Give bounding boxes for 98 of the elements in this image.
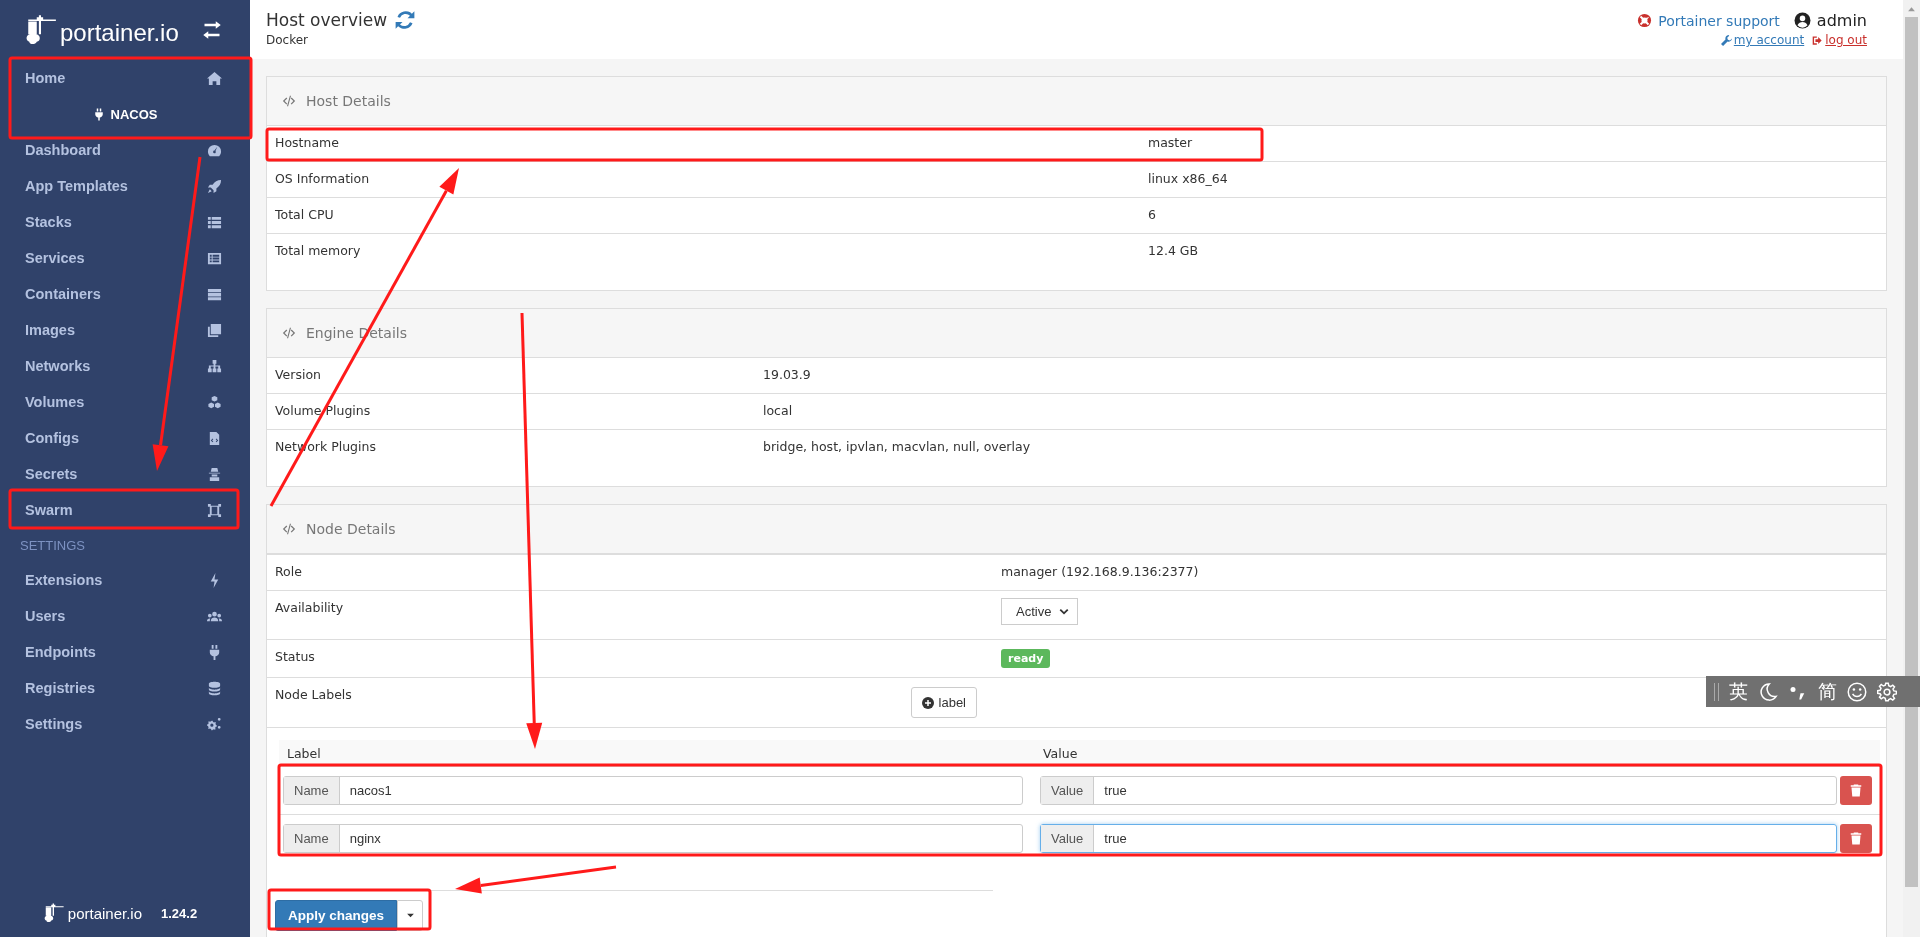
- table-cell: Role: [275, 564, 302, 579]
- logout-link[interactable]: log out: [1812, 33, 1867, 47]
- table-cell: 19.03.9: [763, 367, 811, 382]
- delete-button[interactable]: [1840, 776, 1872, 805]
- nav-item[interactable]: Volumes: [0, 384, 250, 420]
- refresh-icon[interactable]: [395, 10, 416, 30]
- table-cell: Node Labels: [275, 687, 352, 702]
- nav-item[interactable]: Services: [0, 240, 250, 276]
- delete-button[interactable]: [1840, 824, 1872, 853]
- table-cell: Availability: [275, 600, 344, 615]
- user-name: admin: [1816, 11, 1867, 30]
- plug-icon: [92, 107, 105, 121]
- cubes-icon: [207, 394, 222, 410]
- status-badge: ready: [1001, 649, 1051, 668]
- panel-title: Node Details: [306, 521, 396, 537]
- nav-item[interactable]: Swarm: [0, 492, 250, 528]
- ime-mode[interactable]: 英: [1729, 678, 1748, 705]
- nav-item[interactable]: Images: [0, 312, 250, 348]
- nav-item[interactable]: Home: [0, 60, 250, 96]
- chevron-down-icon: [1059, 606, 1070, 617]
- table-cell: Total memory: [275, 243, 361, 258]
- swarm-icon: [207, 502, 222, 518]
- trash-icon: [1850, 784, 1862, 797]
- file-code-icon: [207, 430, 222, 446]
- database-icon: [207, 680, 222, 696]
- table-cell: Version: [275, 367, 321, 382]
- plus-circle-icon: [921, 696, 934, 709]
- rocket-icon: [207, 178, 222, 194]
- page-title: Host overview: [266, 10, 388, 30]
- code-icon: [282, 522, 296, 536]
- table-cell: 6: [1148, 207, 1156, 222]
- table-cell: Volume Plugins: [275, 403, 371, 418]
- section-heading: SETTINGS: [19, 536, 86, 555]
- nav-item[interactable]: Extensions: [0, 562, 250, 598]
- trash-icon: [1850, 832, 1862, 845]
- gears-icon: [207, 716, 222, 732]
- brand-name: portainer.io: [60, 19, 179, 47]
- code-icon: [282, 94, 296, 108]
- brand-name: portainer.io: [67, 904, 143, 922]
- column-header: Label: [286, 745, 322, 761]
- plug-icon: [207, 644, 222, 660]
- ime-script[interactable]: 简: [1818, 678, 1837, 705]
- table-cell: OS Information: [275, 171, 370, 186]
- table-cell: linux x86_64: [1148, 171, 1228, 186]
- user-icon: [1793, 12, 1811, 29]
- panel-title: Host Details: [306, 93, 391, 109]
- wrench-icon: [1720, 34, 1732, 46]
- nav-item[interactable]: Registries: [0, 670, 250, 706]
- account-link[interactable]: my account: [1720, 33, 1805, 47]
- server-icon: [207, 286, 222, 302]
- list-icon: [207, 214, 222, 230]
- nav-item[interactable]: Networks: [0, 348, 250, 384]
- nav-item[interactable]: Configs: [0, 420, 250, 456]
- table-cell: manager (192.168.9.136:2377): [1001, 564, 1199, 579]
- table-cell: Total CPU: [275, 207, 334, 222]
- add-label-button[interactable]: label: [910, 687, 977, 718]
- nav-item[interactable]: Dashboard: [0, 132, 250, 168]
- column-header: Value: [1043, 745, 1078, 761]
- home-icon: [207, 70, 222, 86]
- value-input[interactable]: Value true: [1040, 776, 1837, 805]
- settings-icon[interactable]: [1877, 681, 1897, 702]
- table-cell: bridge, host, ipvlan, macvlan, null, overlay: [763, 439, 1031, 454]
- nav-item[interactable]: App Templates: [0, 168, 250, 204]
- nav-item[interactable]: Settings: [0, 706, 250, 742]
- scrollbar[interactable]: [1903, 0, 1920, 937]
- spy-icon: [207, 466, 222, 482]
- value-input[interactable]: Value true: [1040, 824, 1837, 853]
- nav-item[interactable]: Users: [0, 598, 250, 634]
- portainer-logo-icon: [42, 901, 65, 925]
- portainer-logo-icon: [24, 13, 58, 47]
- name-input[interactable]: Name nacos1: [283, 776, 1023, 805]
- table-cell: Hostname: [275, 135, 339, 150]
- copy-icon: [207, 322, 222, 338]
- table-cell: 12.4 GB: [1148, 243, 1199, 258]
- moon-icon[interactable]: [1758, 681, 1778, 702]
- name-input[interactable]: Name nginx: [283, 824, 1023, 853]
- table-cell: local: [763, 403, 793, 418]
- version-label: 1.24.2: [161, 905, 198, 921]
- sign-out-icon: [1812, 34, 1824, 46]
- scrollbar-thumb[interactable]: [1905, 17, 1918, 887]
- smiley-icon[interactable]: [1847, 681, 1867, 702]
- support-link[interactable]: Portainer support: [1637, 12, 1780, 29]
- endpoint-name: NACOS: [110, 106, 158, 122]
- table-cell: Status: [275, 649, 315, 664]
- scroll-up-icon: [1907, 5, 1916, 14]
- nav-item[interactable]: Secrets: [0, 456, 250, 492]
- gauge-icon: [207, 142, 222, 158]
- availability-select[interactable]: Active: [1001, 598, 1079, 625]
- list-icon: [207, 250, 222, 266]
- nav-item[interactable]: Endpoints: [0, 634, 250, 670]
- caret-icon: [405, 911, 415, 920]
- nav-item[interactable]: Stacks: [0, 204, 250, 240]
- sitemap-icon: [207, 358, 222, 374]
- nav-item[interactable]: Containers: [0, 276, 250, 312]
- page-subtitle: Docker: [266, 33, 310, 47]
- lifebuoy-icon: [1637, 13, 1653, 28]
- table-cell: master: [1148, 135, 1193, 150]
- code-icon: [282, 326, 296, 340]
